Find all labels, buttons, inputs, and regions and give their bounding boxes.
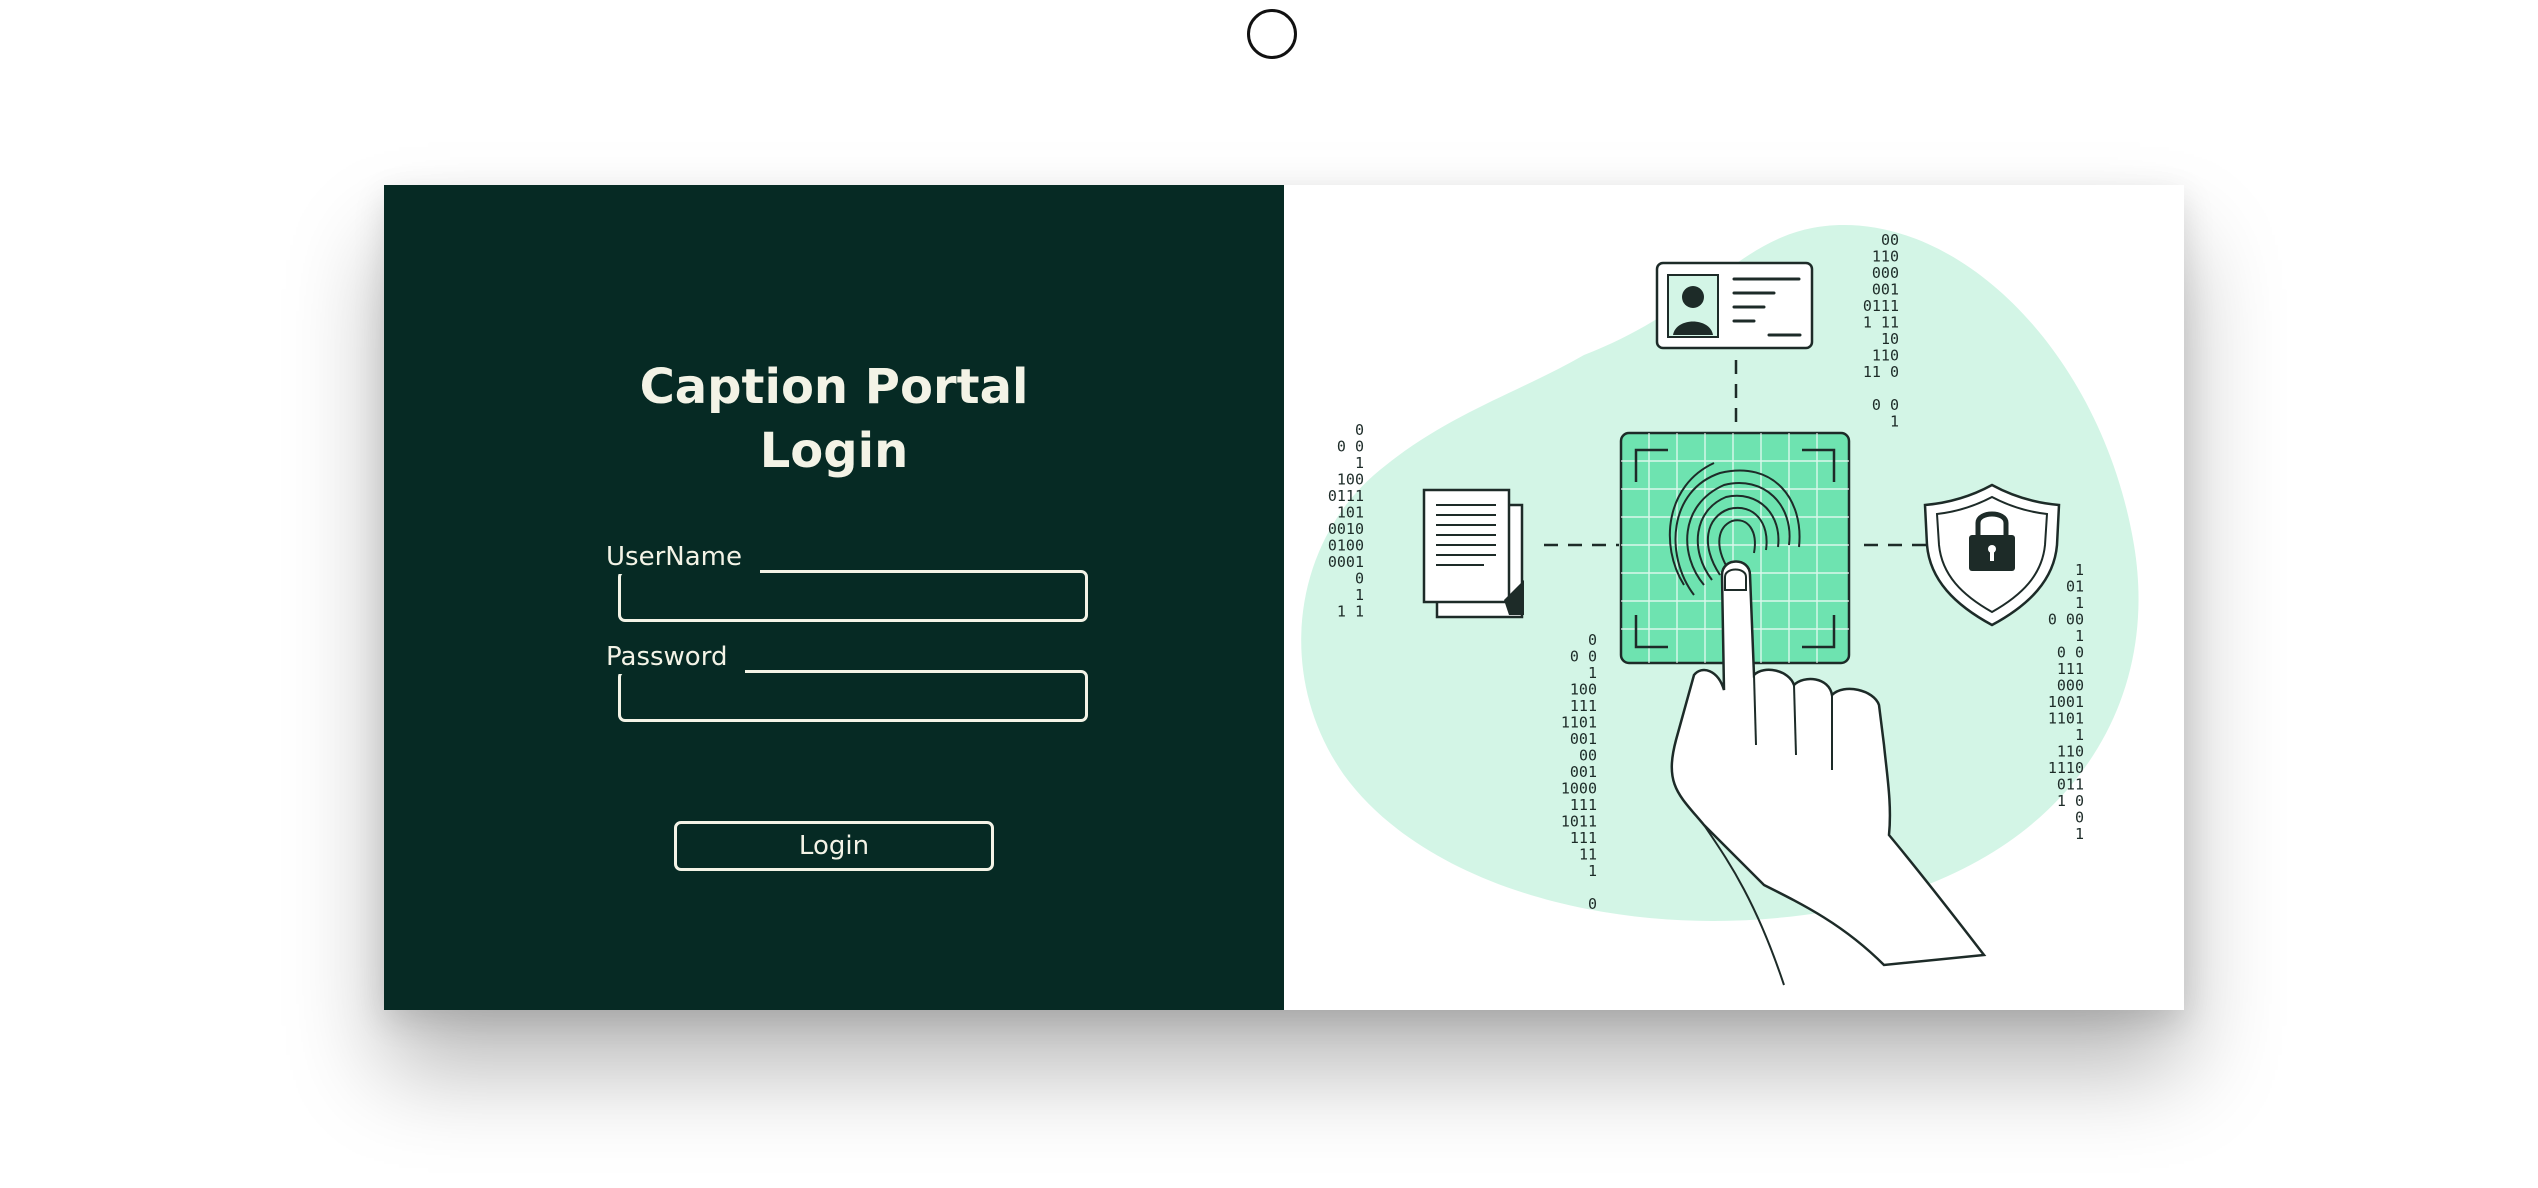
binary-digit-row: 111 [1570,796,1597,814]
binary-digit-row: 001 [1872,281,1899,299]
binary-digit-row: 1110 [2048,759,2084,777]
login-button[interactable]: Login [674,821,994,871]
binary-digit-row: 1011 [1561,813,1597,831]
binary-digit-row: 0 [1355,570,1364,588]
binary-digit-row: 111 [1570,829,1597,847]
binary-digit-row: 0111 [1863,297,1899,315]
binary-digit-row: 10 [1881,330,1899,348]
binary-digit-row: 0100 [1328,537,1364,555]
username-label: UserName [606,540,760,574]
binary-digit-row: 0001 [1328,553,1364,571]
binary-digit-row: 100 [1337,471,1364,489]
binary-digit-row: 110 [2057,743,2084,761]
id-card-icon [1655,261,1814,350]
binary-digit-row: 0 0 [1872,396,1899,414]
binary-digit-row: 000 [1872,264,1899,282]
binary-digit-row: 0010 [1328,520,1364,538]
binary-digit-row: 0 00 [2048,611,2084,629]
binary-digit-row: 001 [1570,730,1597,748]
binary-digit-row: 111 [1570,697,1597,715]
binary-digit-row: 1 [1588,862,1597,880]
title-line-1: Caption Portal [639,359,1029,415]
binary-digit-row: 110 [1872,347,1899,365]
password-field: Password [606,640,1088,722]
binary-digit-row: 000 [2057,677,2084,695]
binary-digit-row: 1 [1355,586,1364,604]
binary-digit-row: 011 [2057,776,2084,794]
binary-digit-row: 1 11 [1863,314,1899,332]
binary-digit-row: 00 [1579,747,1597,765]
page-title: Caption Portal Login [384,355,1284,483]
binary-digit-row: 1 [1588,664,1597,682]
binary-digit-row: 1 [2075,726,2084,744]
binary-digit-row: 111 [2057,660,2084,678]
binary-digit-row: 101 [1337,504,1364,522]
illustration-panel: 00 0 1 100 0111 101 0010 0100 0001 0 1 1 1 00 110 00… [1284,185,2184,1010]
login-panel: Caption Portal Login UserName Password L… [384,185,1284,1010]
password-label: Password [606,640,746,674]
binary-digit-row: 1 [2075,561,2084,579]
binary-digit-row: 001 [1570,763,1597,781]
binary-digit-row: 11 [1579,846,1597,864]
binary-digit-row: 110 [1872,248,1899,266]
binary-digit-row: 11 0 [1863,363,1899,381]
binary-digit-row: 1101 [2048,710,2084,728]
binary-digit-row: 1101 [1561,714,1597,732]
top-circle-icon [1247,9,1297,59]
binary-digit-row: 00 [1881,231,1899,249]
binary-digit-row: 0 0 [1337,438,1364,456]
binary-digit-row: 0 [1588,631,1597,649]
binary-digit-row: 1 [2075,627,2084,645]
binary-digit-row: 1 [2075,594,2084,612]
username-input[interactable] [622,574,1086,620]
binary-digit-row: 100 [1570,681,1597,699]
binary-digit-row: 1 0 [2057,792,2084,810]
binary-digit-row: 0 [1355,421,1364,439]
binary-digit-row: 0 [2075,809,2084,827]
binary-digit-row: 0111 [1328,487,1364,505]
binary-digit-row: 0 0 [1570,648,1597,666]
binary-digit-row: 1 [1890,413,1899,431]
binary-digit-row: 1 [2075,825,2084,843]
binary-digit-row: 01 [2066,578,2084,596]
binary-digit-row: 1 [1355,454,1364,472]
binary-digit-row: 1001 [2048,693,2084,711]
binary-digit-row: 1 1 [1337,603,1364,621]
binary-digit-row: 0 0 [2057,644,2084,662]
login-card: Caption Portal Login UserName Password L… [384,185,2184,1010]
title-line-2: Login [759,423,909,479]
username-field: UserName [606,540,1088,622]
password-input[interactable] [622,674,1086,720]
security-illustration: 00 011000111101001001000001011 1 0011000… [1301,225,2139,986]
binary-digit-row: 0 [1588,895,1597,913]
binary-digit-row: 1000 [1561,780,1597,798]
document-icon [1422,488,1524,619]
